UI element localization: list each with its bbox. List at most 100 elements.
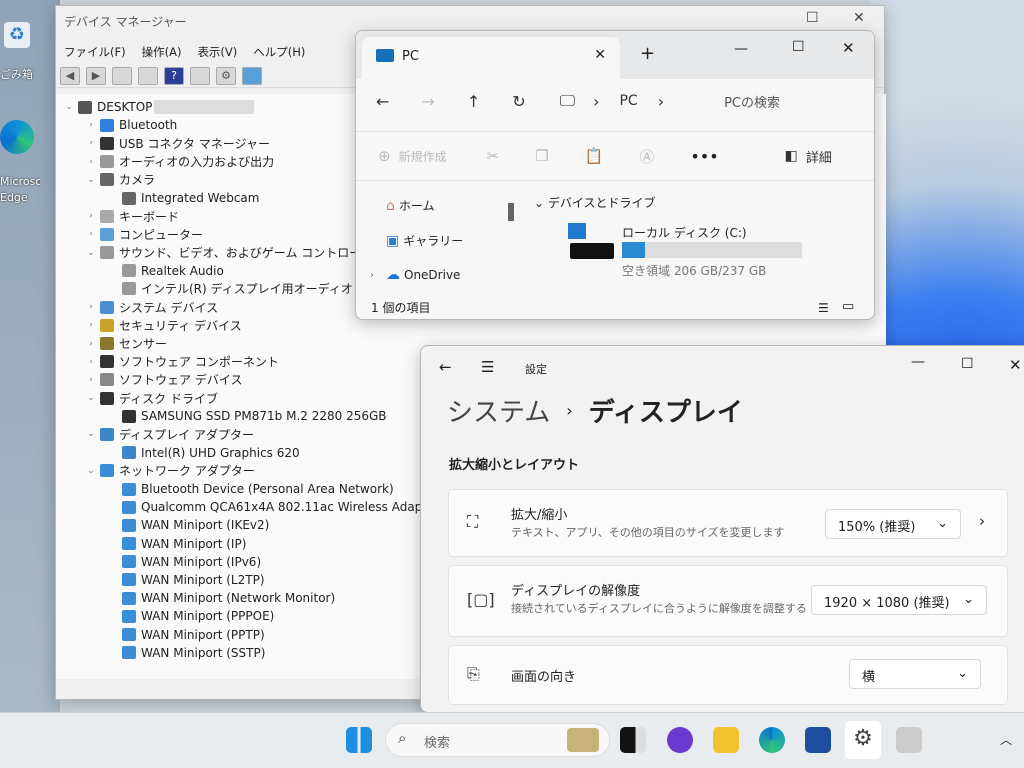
- close-button[interactable]: ✕: [853, 10, 865, 26]
- tree-item-label: WAN Miniport (IP): [141, 536, 247, 551]
- chevron-right-icon[interactable]: ›: [84, 375, 98, 385]
- chevron-right-icon[interactable]: ›: [84, 339, 98, 349]
- chevron-right-icon[interactable]: ›: [370, 270, 374, 281]
- rename-icon[interactable]: Ⓐ: [639, 146, 654, 167]
- resolution-setting[interactable]: [▢] ディスプレイの解像度 接続されているディスプレイに合うように解像度を調整…: [448, 565, 1008, 637]
- chevron-up-icon[interactable]: ︿: [1000, 731, 1012, 748]
- console-tree-icon[interactable]: [112, 66, 132, 85]
- orientation-title: 画面の向き: [511, 670, 577, 685]
- device-manager-taskbar-icon[interactable]: [896, 727, 922, 753]
- forward-icon[interactable]: ▶: [86, 66, 106, 85]
- details-button[interactable]: 詳細: [806, 147, 832, 166]
- menu-file[interactable]: ファイル(F): [56, 42, 134, 62]
- teams-icon[interactable]: [667, 727, 693, 753]
- scan-hardware-icon[interactable]: [242, 66, 262, 85]
- settings-taskbar-icon[interactable]: ⚙: [845, 721, 881, 759]
- nav-scrollbar[interactable]: [508, 203, 514, 221]
- action-pane-icon[interactable]: [190, 66, 210, 85]
- copy-icon[interactable]: ❐: [535, 147, 548, 165]
- details-view-icon[interactable]: ☰: [818, 301, 829, 315]
- search-icon: ⌕: [398, 729, 407, 747]
- chevron-down-icon[interactable]: ⌄: [84, 248, 98, 258]
- scale-setting[interactable]: ⛶ 拡大/縮小 テキスト、アプリ、その他の項目のサイズを変更します 150% (…: [448, 489, 1008, 557]
- update-driver-icon[interactable]: ⚙: [216, 66, 236, 85]
- nav-gallery[interactable]: ▣ ギャラリー: [386, 232, 463, 249]
- chevron-right-icon[interactable]: ›: [84, 229, 98, 239]
- orientation-dropdown[interactable]: 横 ⌄: [849, 659, 981, 689]
- recycle-bin-label: ごみ箱: [0, 68, 33, 81]
- chevron-right-icon[interactable]: ›: [84, 157, 98, 167]
- chevron-right-icon[interactable]: ›: [84, 138, 98, 148]
- chevron-right-icon[interactable]: ›: [84, 211, 98, 221]
- properties-icon[interactable]: [138, 66, 158, 85]
- tree-item-label: カメラ: [119, 173, 156, 188]
- menu-icon[interactable]: ☰: [481, 358, 494, 376]
- chevron-down-icon[interactable]: ⌄: [84, 393, 98, 403]
- chevron-right-icon[interactable]: ›: [979, 512, 985, 530]
- chevron-right-icon[interactable]: ›: [84, 120, 98, 130]
- task-view-icon[interactable]: [620, 727, 646, 753]
- menu-action[interactable]: 操作(A): [134, 42, 190, 62]
- chevron-down-icon[interactable]: ⌄: [84, 429, 98, 439]
- refresh-icon[interactable]: ↻: [512, 92, 525, 111]
- close-button[interactable]: ✕: [1009, 356, 1022, 374]
- tab-pc[interactable]: PC ✕: [362, 37, 620, 79]
- menu-view[interactable]: 表示(V): [189, 42, 245, 62]
- resolution-dropdown[interactable]: 1920 × 1080 (推奨) ⌄: [811, 585, 987, 615]
- close-button[interactable]: ✕: [842, 39, 855, 57]
- maximize-button[interactable]: ☐: [792, 39, 805, 55]
- new-tab-button[interactable]: +: [640, 43, 655, 64]
- taskbar-search[interactable]: ⌕ 検索: [385, 723, 610, 757]
- file-explorer-taskbar-icon[interactable]: [713, 727, 739, 753]
- chevron-right-icon[interactable]: ›: [658, 92, 664, 111]
- back-icon[interactable]: ◀: [60, 66, 80, 85]
- search-input[interactable]: PCの検索: [724, 92, 780, 111]
- minimize-button[interactable]: —: [734, 41, 748, 57]
- up-icon[interactable]: ↑: [467, 92, 480, 111]
- resolution-icon: [▢]: [467, 590, 495, 609]
- store-icon[interactable]: [805, 727, 831, 753]
- breadcrumb-system[interactable]: システム: [447, 392, 550, 429]
- forward-icon[interactable]: →: [421, 92, 434, 111]
- recycle-bin-icon[interactable]: ♻: [4, 22, 30, 48]
- menu-help[interactable]: ヘルプ(H): [245, 42, 313, 62]
- chevron-down-icon[interactable]: ⌄: [62, 102, 76, 112]
- help-icon[interactable]: ?: [164, 66, 184, 85]
- chevron-right-icon[interactable]: ›: [593, 92, 599, 111]
- tiles-view-icon[interactable]: ▭: [842, 299, 854, 314]
- nav-onedrive[interactable]: › ☁ OneDrive: [370, 267, 460, 283]
- tree-item-label: Bluetooth Device (Personal Area Network): [141, 482, 394, 497]
- more-icon[interactable]: •••: [690, 147, 718, 166]
- edge-taskbar-icon[interactable]: [759, 727, 785, 753]
- chevron-right-icon[interactable]: ›: [84, 302, 98, 312]
- paste-icon[interactable]: 📋: [585, 147, 604, 165]
- breadcrumb-pc[interactable]: PC: [619, 93, 637, 109]
- drive-free-space: 空き領域 206 GB/237 GB: [622, 264, 767, 278]
- tree-item-label: インテル(R) ディスプレイ用オーディオ: [141, 282, 353, 297]
- edge-desktop-icon[interactable]: [0, 120, 34, 154]
- minimize-button[interactable]: —: [911, 354, 925, 370]
- section-devices-drives[interactable]: ⌄ デバイスとドライブ: [534, 194, 656, 211]
- cut-icon[interactable]: ✂: [487, 147, 500, 165]
- drive-name[interactable]: ローカル ディスク (C:): [622, 224, 747, 241]
- new-button[interactable]: 新規作成: [399, 148, 447, 165]
- back-icon[interactable]: ←: [376, 92, 389, 111]
- chevron-right-icon[interactable]: ›: [84, 320, 98, 330]
- chevron-down-icon[interactable]: ⌄: [84, 175, 98, 185]
- close-tab-icon[interactable]: ✕: [594, 47, 606, 63]
- maximize-button[interactable]: ☐: [806, 10, 819, 26]
- page-title: システム › ディスプレイ: [447, 392, 743, 429]
- tree-item-label: WAN Miniport (IKEv2): [141, 518, 270, 533]
- maximize-button[interactable]: ☐: [961, 356, 974, 372]
- details-pane-icon[interactable]: ◧: [785, 148, 798, 164]
- start-button[interactable]: [346, 727, 372, 753]
- resolution-title: ディスプレイの解像度: [511, 584, 641, 599]
- back-icon[interactable]: ←: [439, 358, 452, 376]
- scale-dropdown[interactable]: 150% (推奨) ⌄: [825, 509, 961, 539]
- chevron-right-icon[interactable]: ›: [84, 357, 98, 367]
- new-icon[interactable]: ⊕: [378, 147, 391, 165]
- gallery-icon: ▣: [386, 232, 400, 249]
- chevron-down-icon[interactable]: ⌄: [84, 466, 98, 476]
- orientation-setting[interactable]: ⎘ 画面の向き 横 ⌄: [448, 645, 1008, 705]
- nav-home[interactable]: ⌂ ホーム: [386, 197, 435, 214]
